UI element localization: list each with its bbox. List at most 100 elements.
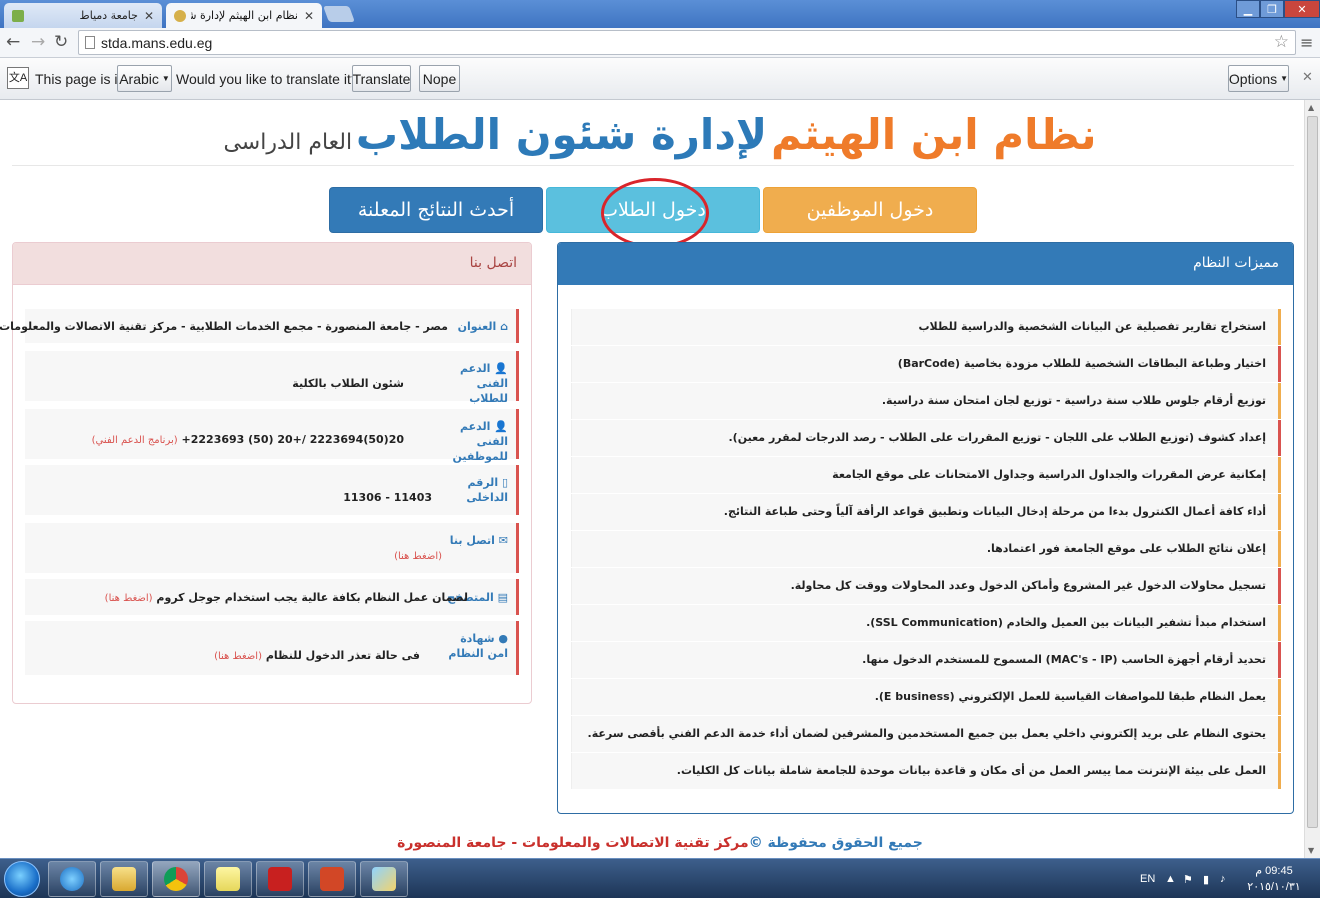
minimize-button[interactable]: ▁ bbox=[1236, 0, 1260, 18]
start-button[interactable] bbox=[4, 861, 40, 897]
forward-arrow-icon[interactable]: → bbox=[31, 32, 45, 52]
browser-link[interactable]: (اضغط هنا) bbox=[105, 593, 153, 604]
contact-label: ● شهادة امن النظام bbox=[448, 632, 508, 660]
new-tab-button[interactable] bbox=[323, 6, 355, 22]
reload-icon[interactable]: ↻ bbox=[54, 32, 68, 52]
scroll-up-icon[interactable]: ▲ bbox=[1308, 103, 1314, 112]
contact-label: ▯ الرقم الداخلى bbox=[466, 476, 508, 504]
feature-item: استخراج تقارير تفصيلية عن البيانات الشخص… bbox=[571, 309, 1281, 345]
feature-item: إعلان نتائج الطلاب على موقع الجامعة فور … bbox=[571, 531, 1281, 567]
feature-item: توزيع أرقام جلوس طلاب سنة دراسية - توزيع… bbox=[571, 383, 1281, 419]
clock-date: ٢٠١٥/١٠/٣١ bbox=[1247, 881, 1301, 893]
contact-row-extension: ▯ الرقم الداخلى 11306 - 11403 bbox=[25, 465, 519, 515]
contact-label: ✉ اتصل بنا bbox=[449, 534, 508, 547]
tab-close-icon[interactable]: ✕ bbox=[144, 9, 154, 23]
contact-row-browser: ▤ المتصفح لضمان عمل النظام بكافة عالية ي… bbox=[25, 579, 519, 615]
feature-item: يحتوى النظام على بريد إلكتروني داخلي يعم… bbox=[571, 716, 1281, 752]
contact-us-link[interactable]: (اضغط هنا) bbox=[394, 551, 442, 562]
translate-question: Would you like to translate it? bbox=[176, 71, 359, 87]
volume-icon[interactable]: ♪ bbox=[1220, 859, 1226, 898]
windows-taskbar: EN ▲ ⚑ ▮ ♪ 09:45 م ٢٠١٥/١٠/٣١ bbox=[0, 858, 1320, 898]
feature-item: تسجيل محاولات الدخول غير المشروع وأماكن … bbox=[571, 568, 1281, 604]
taskbar-paint[interactable] bbox=[360, 861, 408, 897]
language-indicator[interactable]: EN bbox=[1140, 859, 1155, 898]
title-academic-year: العام الدراسى bbox=[223, 130, 353, 155]
contact-panel: اتصل بنا ⌂ العنوان مصر - جامعة المنصورة … bbox=[0, 242, 532, 704]
features-panel: مميزات النظام استخراج تقارير تفصيلية عن … bbox=[557, 242, 1294, 814]
features-panel-heading: مميزات النظام bbox=[558, 243, 1293, 285]
taskbar-internet-explorer[interactable] bbox=[48, 861, 96, 897]
tab-ibn-haitham-system[interactable]: نظام ابن الهيثم لإدارة شئون الطلاب ✕ bbox=[166, 3, 322, 28]
internet-explorer-icon bbox=[60, 867, 84, 891]
footer-rights: جميع الحقوق محفوظة © bbox=[748, 835, 923, 851]
translate-bar: 文A This page is in Arabic ▼ Would you li… bbox=[0, 58, 1320, 100]
action-center-icon[interactable]: ⚑ bbox=[1183, 859, 1193, 898]
title-system-name: نظام ابن الهيثم bbox=[770, 110, 1097, 159]
translate-icon: 文A bbox=[7, 67, 29, 89]
address-bar[interactable]: stda.mans.edu.eg ☆ bbox=[78, 30, 1296, 55]
page-title: نظام ابن الهيثم لإدارة شئون الطلاب العام… bbox=[0, 110, 1320, 159]
taskbar-chrome[interactable] bbox=[152, 861, 200, 897]
scrollbar-thumb[interactable] bbox=[1307, 116, 1318, 828]
tab-close-icon[interactable]: ✕ bbox=[304, 9, 314, 23]
page-scrollbar[interactable]: ▲ ▼ bbox=[1304, 100, 1320, 858]
site-favicon-icon bbox=[12, 9, 24, 22]
contact-value: لضمان عمل النظام بكافة عالية يجب استخدام… bbox=[104, 591, 468, 604]
contact-value: (اضغط هنا) bbox=[394, 549, 442, 562]
contact-label: 👤 الدعم الفنى للموظفين bbox=[452, 420, 508, 463]
show-hidden-icons[interactable]: ▲ bbox=[1165, 859, 1176, 898]
bookmark-star-icon[interactable]: ☆ bbox=[1274, 32, 1289, 52]
taskbar-clock[interactable]: 09:45 م ٢٠١٥/١٠/٣١ bbox=[1236, 863, 1312, 895]
contact-row-staff-support: 👤 الدعم الفنى للموظفين (برنامج الدعم الف… bbox=[25, 409, 519, 463]
language-select[interactable]: Arabic ▼ bbox=[117, 65, 172, 92]
taskbar-powerpoint[interactable] bbox=[308, 861, 356, 897]
chevron-down-icon: ▼ bbox=[1280, 74, 1289, 83]
network-icon[interactable]: ▮ bbox=[1203, 859, 1209, 898]
nope-button[interactable]: Nope bbox=[419, 65, 460, 92]
feature-item: يعمل النظام طبقا للمواصفات القياسية للعم… bbox=[571, 679, 1281, 715]
contact-row-address: ⌂ العنوان مصر - جامعة المنصورة - مجمع ال… bbox=[0, 309, 519, 343]
translate-button[interactable]: Translate bbox=[352, 65, 411, 92]
certificate-icon: ● bbox=[498, 632, 508, 645]
feature-item: إمكانية عرض المقررات والجداول الدراسية و… bbox=[571, 457, 1281, 493]
taskbar-file-explorer[interactable] bbox=[100, 861, 148, 897]
taskbar-sticky-notes[interactable] bbox=[204, 861, 252, 897]
tab-title: جامعة دمياط bbox=[79, 9, 138, 22]
feature-item: اختيار وطباعة البطاقات الشخصية للطلاب مز… bbox=[571, 346, 1281, 382]
maximize-button[interactable]: ❐ bbox=[1260, 0, 1284, 18]
notes-icon bbox=[216, 867, 240, 891]
translate-close-icon[interactable]: ✕ bbox=[1302, 69, 1313, 85]
feature-item: استخدام مبدأ تشفير البيانات بين العميل و… bbox=[571, 605, 1281, 641]
options-button[interactable]: Options ▼ bbox=[1228, 65, 1289, 92]
contact-value: مصر - جامعة المنصورة - مجمع الخدمات الطل… bbox=[0, 320, 448, 333]
powerpoint-icon bbox=[320, 867, 344, 891]
translate-prefix: This page is in bbox=[35, 71, 126, 87]
contact-panel-heading: اتصل بنا bbox=[13, 243, 531, 285]
paint-icon bbox=[372, 867, 396, 891]
page-footer: جميع الحقوق محفوظة ©مركز تقنية الاتصالات… bbox=[0, 835, 1320, 851]
back-arrow-icon[interactable]: ← bbox=[6, 32, 20, 52]
home-icon: ⌂ bbox=[500, 320, 508, 333]
url-text: stda.mans.edu.eg bbox=[101, 35, 213, 51]
support-program-link[interactable]: (برنامج الدعم الفني) bbox=[92, 435, 178, 446]
envelope-icon: ✉ bbox=[498, 534, 508, 547]
pdf-icon bbox=[268, 867, 292, 891]
tab-title: نظام ابن الهيثم لإدارة شئون الطلاب bbox=[191, 9, 298, 22]
staff-login-button[interactable]: دخول الموظفين bbox=[763, 187, 977, 233]
feature-item: العمل على بيئة الإنترنت مما ييسر العمل م… bbox=[571, 753, 1281, 789]
contact-label: ⌂ العنوان bbox=[457, 320, 508, 333]
certificate-link[interactable]: (اضغط هنا) bbox=[214, 651, 262, 662]
browser-toolbar: ← → ↻ stda.mans.edu.eg ☆ ≡ bbox=[0, 28, 1320, 58]
footer-org: مركز تقنية الاتصالات والمعلومات - جامعة … bbox=[397, 835, 749, 851]
language-value: Arabic bbox=[119, 70, 159, 87]
close-window-button[interactable]: ✕ bbox=[1284, 0, 1320, 18]
scroll-down-icon[interactable]: ▼ bbox=[1308, 846, 1314, 855]
title-divider bbox=[12, 165, 1294, 166]
user-icon: 👤 bbox=[494, 362, 508, 375]
taskbar-acrobat[interactable] bbox=[256, 861, 304, 897]
student-login-button[interactable]: دخول الطلاب bbox=[546, 187, 760, 233]
tab-damietta-university[interactable]: جامعة دمياط ✕ bbox=[4, 3, 162, 28]
latest-results-button[interactable]: أحدث النتائج المعلنة bbox=[329, 187, 543, 233]
contact-value: فى حالة تعذر الدخول للنظام (اضغط هنا) bbox=[214, 649, 420, 662]
browser-menu-icon[interactable]: ≡ bbox=[1300, 33, 1313, 52]
